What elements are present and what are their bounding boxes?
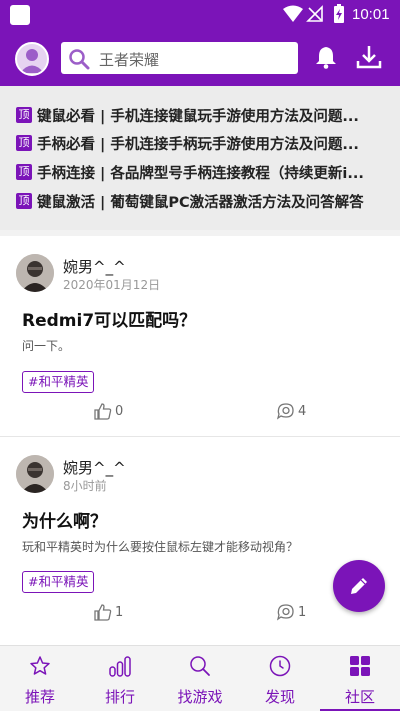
post-body: 问一下。 [22, 339, 71, 353]
like-button[interactable]: 1 [94, 603, 123, 621]
ranking-icon [109, 656, 131, 677]
search-placeholder: 王者荣耀 [99, 51, 160, 69]
comment-button[interactable]: 4 [277, 402, 306, 420]
notification-icon [10, 5, 30, 25]
author-name[interactable]: 婉男^_^ [63, 256, 126, 277]
battery-charging-icon [334, 4, 344, 23]
wifi-icon [283, 5, 303, 22]
nav-tab-find-game[interactable]: 找游戏 [160, 646, 240, 711]
pinned-badge: 顶 [16, 193, 32, 209]
download-icon[interactable] [356, 44, 382, 70]
post-card[interactable]: 婉男^_^ 8小时前 为什么啊？ 玩和平精英时为什么要按住鼠标左键才能移动视角？… [0, 437, 400, 645]
topic-tag[interactable]: #和平精英 [22, 371, 95, 393]
pinned-badge: 顶 [16, 135, 32, 151]
comment-count: 1 [298, 604, 307, 620]
post-title[interactable]: Redmi7可以匹配吗？ [22, 306, 196, 331]
no-signal-icon [306, 5, 323, 22]
post-body: 玩和平精英时为什么要按住鼠标左键才能移动视角？ [22, 540, 299, 554]
pinned-title: 手柄连接 | 各品牌型号手柄连接教程（持续更新i... [37, 165, 364, 182]
nav-label: 发现 [264, 688, 295, 706]
post-card[interactable]: 婉男^_^ 2020年01月12日 Redmi7可以匹配吗？ 问一下。 #和平精… [0, 236, 400, 436]
comment-icon [277, 403, 294, 420]
pinned-item[interactable]: 顶 键鼠必看 | 手机连接键鼠玩手游使用方法及问题... [16, 104, 392, 126]
author-avatar[interactable] [16, 455, 54, 493]
topic-tag[interactable]: #和平精英 [22, 571, 95, 593]
pinned-item[interactable]: 顶 手柄连接 | 各品牌型号手柄连接教程（持续更新i... [16, 161, 392, 183]
search-icon [69, 49, 90, 70]
pinned-title: 键鼠必看 | 手机连接键鼠玩手游使用方法及问题... [37, 108, 359, 125]
nav-label: 社区 [344, 688, 375, 706]
pinned-item[interactable]: 顶 键鼠激活 | 葡萄键鼠PC激活器激活方法及问答解答 [16, 190, 392, 212]
comment-button[interactable]: 1 [277, 603, 306, 621]
author-avatar[interactable] [16, 254, 54, 292]
compass-icon [269, 655, 291, 677]
pinned-title: 键鼠激活 | 葡萄键鼠PC激活器激活方法及问答解答 [37, 194, 364, 211]
comment-icon [277, 604, 294, 621]
nav-label: 找游戏 [177, 688, 223, 706]
grid-icon [350, 656, 370, 676]
nav-tab-community[interactable]: 社区 [320, 646, 400, 711]
nav-tab-ranking[interactable]: 排行 [80, 646, 160, 711]
pinned-badge: 顶 [16, 164, 32, 180]
author-name[interactable]: 婉男^_^ [63, 457, 126, 478]
compose-post-button[interactable] [333, 560, 385, 612]
status-bar: 10:01 [0, 0, 400, 30]
nav-label: 推荐 [24, 688, 55, 706]
pencil-icon [351, 578, 367, 594]
user-avatar[interactable] [15, 42, 49, 76]
thumbs-up-icon [94, 403, 112, 420]
post-time: 8小时前 [63, 479, 107, 493]
pinned-threads: 顶 键鼠必看 | 手机连接键鼠玩手游使用方法及问题... 顶 手柄必看 | 手机… [0, 86, 400, 230]
bottom-nav: 推荐 排行 找游戏 发现 社区 [0, 645, 400, 711]
like-count: 1 [115, 604, 124, 620]
thumbs-up-icon [94, 604, 112, 621]
clock: 10:01 [352, 6, 390, 23]
nav-tab-recommend[interactable]: 推荐 [0, 646, 80, 711]
comment-count: 4 [298, 403, 307, 419]
user-icon [20, 49, 44, 73]
star-icon [30, 656, 50, 675]
pinned-item[interactable]: 顶 手柄必看 | 手机连接手柄玩手游使用方法及问题... [16, 132, 392, 154]
pinned-badge: 顶 [16, 107, 32, 123]
search-input[interactable]: 王者荣耀 [61, 42, 298, 74]
search-game-icon [190, 656, 210, 676]
post-time: 2020年01月12日 [63, 278, 161, 292]
nav-tab-discover[interactable]: 发现 [240, 646, 320, 711]
like-button[interactable]: 0 [94, 402, 123, 420]
post-title[interactable]: 为什么啊？ [22, 507, 107, 532]
like-count: 0 [115, 403, 124, 419]
pinned-title: 手柄必看 | 手机连接手柄玩手游使用方法及问题... [37, 136, 359, 153]
nav-label: 排行 [104, 688, 135, 706]
bell-icon[interactable] [315, 45, 337, 69]
